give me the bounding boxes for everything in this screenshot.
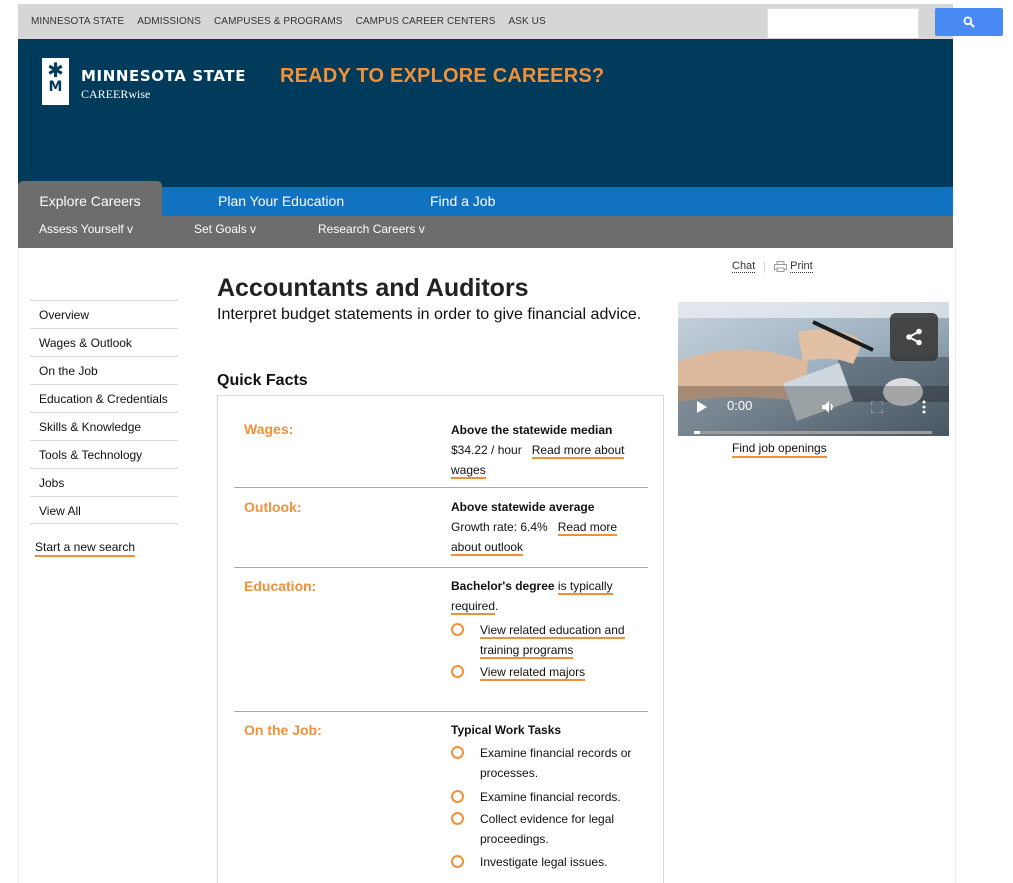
site-header: ✱ M MINNESOTA STATE CAREERwise READY TO … [18,39,953,187]
utility-links: MINNESOTA STATE ADMISSIONS CAMPUSES & PR… [31,16,559,27]
education-block: Bachelor's degree is typically required. [451,576,641,616]
circle-bullet-icon [451,855,464,868]
play-icon[interactable] [697,401,707,413]
education-label: Education: [244,578,317,594]
circle-bullet-icon [451,812,464,825]
link-ask-us[interactable]: ASK US [508,16,545,27]
tab-find-job[interactable]: Find a Job [430,193,495,209]
wages-label: Wages: [244,421,294,437]
education-period: . [495,599,499,613]
video-progress-track[interactable] [694,431,932,434]
divider [234,711,648,712]
list-item: Collect evidence for legal proceedings. [451,809,641,849]
link-campuses-programs[interactable]: CAMPUSES & PROGRAMS [214,16,343,27]
sub-nav: Assess Yourself v Set Goals v Research C… [18,216,953,248]
search-button[interactable] [935,8,1003,36]
outlook-read-more-link-end[interactable]: about outlook [451,540,524,556]
education-typical-link-end[interactable]: required [451,599,496,615]
sidebar-item-jobs[interactable]: Jobs [30,468,178,496]
more-options-icon[interactable] [922,400,926,414]
wages-read-more-link[interactable]: Read more about [531,443,625,459]
wages-value: $34.22 / hour [451,443,522,457]
print-link[interactable]: Print [790,260,813,273]
tab-plan-education[interactable]: Plan Your Education [218,193,344,209]
video-time: 0:00 [727,398,753,413]
page-description: Interpret budget statements in order to … [217,306,642,323]
logo-name[interactable]: MINNESOTA STATE [81,67,246,85]
outlook-read-more-link[interactable]: Read more [557,520,618,536]
wages-read-more-link-end[interactable]: wages [451,463,486,479]
share-icon [906,328,922,346]
page-title: Accountants and Auditors [217,274,529,302]
video-progress-played [694,431,700,434]
on-the-job-label: On the Job: [244,722,322,738]
header-tagline: READY TO EXPLORE CAREERS? [280,65,605,87]
printer-icon[interactable] [774,261,788,272]
wages-block: Above the statewide median $34.22 / hour… [451,420,641,480]
find-job-openings-link[interactable]: Find job openings [732,441,827,458]
task-text: processes. [480,766,539,780]
main-nav: Explore Careers Plan Your Education Find… [18,181,953,216]
divider [234,567,648,568]
circle-bullet-icon [451,623,464,636]
on-the-job-block: Typical Work Tasks [451,720,641,740]
education-degree: Bachelor's degree [451,579,555,593]
logo-star-icon[interactable]: ✱ M [42,58,69,105]
fullscreen-icon[interactable] [871,401,883,413]
circle-bullet-icon [451,746,464,759]
volume-icon[interactable] [822,401,836,413]
quick-facts-heading: Quick Facts [217,372,308,389]
list-item: Examine financial records or processes. [451,743,641,783]
outlook-label: Outlook: [244,499,302,515]
sidebar-item-tools[interactable]: Tools & Technology [30,440,178,468]
task-text: Examine financial records or [480,746,632,760]
new-search-link[interactable]: Start a new search [35,540,136,557]
separator: | [763,260,767,273]
subnav-set-goals[interactable]: Set Goals v [194,222,256,236]
link-admissions[interactable]: ADMISSIONS [137,16,201,27]
sidebar-item-overview[interactable]: Overview [30,300,178,328]
typical-tasks-heading: Typical Work Tasks [451,723,562,737]
tab-explore-careers[interactable]: Explore Careers [18,181,162,216]
wages-headline: Above the statewide median [451,423,613,437]
link-minnesota-state[interactable]: MINNESOTA STATE [31,16,124,27]
sidebar-item-view-all[interactable]: View All [30,496,178,524]
task-text: Collect evidence for legal [480,812,615,826]
circle-bullet-icon [451,665,464,678]
list-item: View related education and training progr… [451,620,641,660]
outlook-block: Above statewide average Growth rate: 6.4… [451,497,641,557]
link-career-centers[interactable]: CAMPUS CAREER CENTERS [356,16,496,27]
magnifier-icon [963,16,975,28]
education-typical-link[interactable]: is typically [557,579,613,595]
outlook-headline: Above statewide average [451,500,595,514]
subnav-assess-yourself[interactable]: Assess Yourself v [39,222,133,236]
share-button[interactable] [890,313,938,361]
sidebar-item-on-the-job[interactable]: On the Job [30,356,178,384]
sidebar-item-skills[interactable]: Skills & Knowledge [30,412,178,440]
subnav-research-careers[interactable]: Research Careers v [318,222,425,236]
search-input[interactable] [767,8,919,40]
outlook-value: Growth rate: 6.4% [451,520,548,534]
task-text: Examine financial records. [480,790,621,804]
sidebar-nav: Overview Wages & Outlook On the Job Educ… [30,300,178,524]
task-text: proceedings. [480,832,549,846]
list-item: Examine financial records. [451,787,641,807]
related-majors-link[interactable]: View related majors [480,665,586,681]
logo-subtitle: CAREERwise [81,87,151,101]
sidebar-item-education[interactable]: Education & Credentials [30,384,178,412]
related-programs-link[interactable]: View related education and [480,623,625,639]
chat-link[interactable]: Chat [732,260,756,273]
sidebar-item-wages-outlook[interactable]: Wages & Outlook [30,328,178,356]
list-item: View related majors [451,662,641,682]
list-item: Investigate legal issues. [451,852,641,872]
divider [234,487,648,488]
task-text: Investigate legal issues. [480,855,608,869]
circle-bullet-icon [451,790,464,803]
utility-actions: Chat | Print [732,260,813,273]
related-programs-link-end[interactable]: training programs [480,643,574,659]
